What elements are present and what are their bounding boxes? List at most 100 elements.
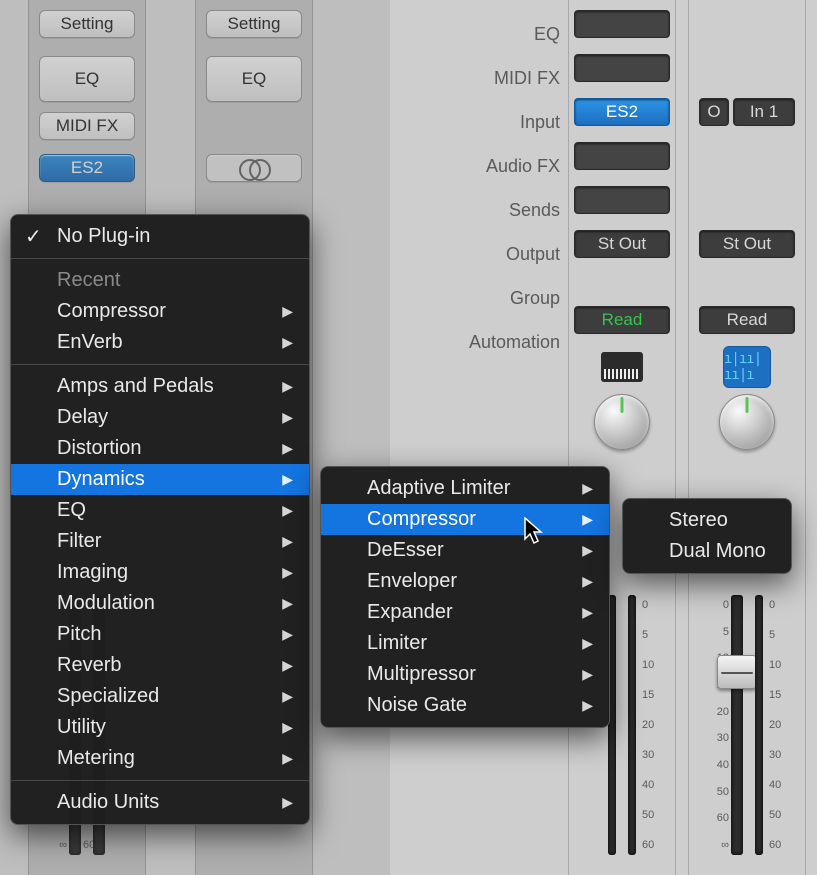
instrument-slot[interactable] (206, 154, 302, 182)
menu-item-plugin[interactable]: Noise Gate▶ (321, 690, 609, 721)
chevron-right-icon: ▶ (582, 511, 593, 528)
pan-knob[interactable] (594, 394, 650, 450)
label-audiofx: Audio FX (486, 144, 560, 188)
input-slot[interactable]: ES2 (574, 98, 670, 126)
menu-item-plugin[interactable]: Adaptive Limiter▶ (321, 473, 609, 504)
label-input: Input (520, 100, 560, 144)
menu-item-plugin[interactable]: Enveloper ▶ (321, 566, 609, 597)
menu-item-label: Dynamics (57, 468, 145, 491)
menu-item-category[interactable]: Specialized▶ (11, 681, 309, 712)
row-labels: EQ MIDI FX Input Audio FX Sends Output G… (390, 0, 560, 420)
menu-item-label: Compressor (367, 508, 476, 531)
menu-item-category[interactable]: Pitch ▶ (11, 619, 309, 650)
chevron-right-icon: ▶ (282, 564, 293, 581)
channel-strip-4: O In 1 St Out Read ı|ıı|ıı|ı 05101520304… (688, 0, 806, 875)
automation-mode[interactable]: Read (574, 306, 670, 334)
input-format-button[interactable]: O (699, 98, 729, 126)
menu-item-plugin[interactable]: Expander▶ (321, 597, 609, 628)
menu-item-category[interactable]: Metering▶ (11, 743, 309, 774)
fader-cap[interactable] (717, 655, 757, 689)
chevron-right-icon: ▶ (282, 471, 293, 488)
sends-slot[interactable] (574, 186, 670, 214)
menu-item-label: Compressor (57, 300, 166, 323)
menu-item-no-plugin[interactable]: ✓ No Plug-in (11, 221, 309, 252)
plugin-submenu-channel-mode[interactable]: Stereo Dual Mono (622, 498, 792, 574)
chevron-right-icon: ▶ (282, 688, 293, 705)
menu-item-category[interactable]: Filter▶ (11, 526, 309, 557)
label-group: Group (510, 276, 560, 320)
menu-item-category[interactable]: Dynamics ▶ (11, 464, 309, 495)
track-icon[interactable]: ı|ıı|ıı|ı (723, 346, 771, 388)
menu-item-channel-mode[interactable]: Stereo (623, 505, 791, 536)
chevron-right-icon: ▶ (582, 697, 593, 714)
eq-button[interactable]: EQ (206, 56, 302, 102)
menu-header-recent: Recent (11, 265, 309, 296)
menu-item-plugin[interactable]: Compressor ▶ (321, 504, 609, 535)
menu-item-plugin[interactable]: DeEsser▶ (321, 535, 609, 566)
chevron-right-icon: ▶ (282, 794, 293, 811)
eq-slot[interactable] (574, 10, 670, 38)
automation-mode[interactable]: Read (699, 306, 795, 334)
menu-item-label: EnVerb (57, 331, 123, 354)
audiofx-slot[interactable] (574, 142, 670, 170)
menu-item-label: Reverb (57, 654, 121, 677)
menu-item-label: Multipressor (367, 663, 476, 686)
menu-item-category[interactable]: Imaging▶ (11, 557, 309, 588)
plugin-menu[interactable]: ✓ No Plug-in Recent Compressor ▶ EnVerb ▶ A… (10, 214, 310, 825)
menu-item-plugin[interactable]: Limiter ▶ (321, 628, 609, 659)
menu-item-channel-mode[interactable]: Dual Mono (623, 536, 791, 567)
chevron-right-icon: ▶ (582, 542, 593, 559)
menu-item-recent[interactable]: Compressor ▶ (11, 296, 309, 327)
setting-button[interactable]: Setting (39, 10, 135, 38)
menu-item-label: EQ (57, 499, 86, 522)
menu-item-category[interactable]: EQ ▶ (11, 495, 309, 526)
menu-item-audio-units[interactable]: Audio Units▶ (11, 787, 309, 818)
output-slot[interactable]: St Out (699, 230, 795, 258)
menu-item-category[interactable]: Reverb ▶ (11, 650, 309, 681)
input-slot[interactable]: In 1 (733, 98, 795, 126)
meter-scale: 0510152030405060 (642, 595, 672, 855)
chevron-right-icon: ▶ (582, 573, 593, 590)
chevron-right-icon: ▶ (282, 595, 293, 612)
menu-item-recent[interactable]: EnVerb ▶ (11, 327, 309, 358)
menu-item-label: Enveloper (367, 570, 457, 593)
chevron-right-icon: ▶ (282, 657, 293, 674)
chevron-right-icon: ▶ (582, 635, 593, 652)
menu-item-label: Stereo (669, 509, 728, 532)
menu-item-plugin[interactable]: Multipressor▶ (321, 659, 609, 690)
midifx-slot[interactable] (574, 54, 670, 82)
meter-scale: 0510152030405060 (769, 595, 799, 855)
fader[interactable]: 0510152030405060∞ (731, 595, 743, 855)
menu-item-label: Utility (57, 716, 106, 739)
chevron-right-icon: ▶ (282, 719, 293, 736)
menu-item-label: Limiter (367, 632, 427, 655)
menu-item-label: Pitch (57, 623, 101, 646)
label-automation: Automation (469, 320, 560, 364)
chevron-right-icon: ▶ (282, 303, 293, 320)
stereo-icon (239, 159, 269, 177)
chevron-right-icon: ▶ (282, 334, 293, 351)
menu-item-category[interactable]: Amps and Pedals▶ (11, 371, 309, 402)
eq-button[interactable]: EQ (39, 56, 135, 102)
pan-knob[interactable] (719, 394, 775, 450)
chevron-right-icon: ▶ (282, 502, 293, 519)
menu-item-category[interactable]: Delay▶ (11, 402, 309, 433)
track-icon[interactable] (598, 346, 646, 388)
meter-area: 0510152030405060∞ 0510152030405060 (689, 585, 805, 875)
menu-item-label: Amps and Pedals (57, 375, 214, 398)
waveform-icon: ı|ıı|ıı|ı (724, 351, 770, 383)
level-meter: 0510152030405060 (755, 595, 763, 855)
menu-item-label: Distortion (57, 437, 141, 460)
synth-icon (601, 352, 643, 382)
plugin-submenu-dynamics[interactable]: Adaptive Limiter▶Compressor▶DeEsser▶Enve… (320, 466, 610, 728)
chevron-right-icon: ▶ (282, 626, 293, 643)
instrument-slot[interactable]: ES2 (39, 154, 135, 182)
label-midifx: MIDI FX (494, 56, 560, 100)
setting-button[interactable]: Setting (206, 10, 302, 38)
chevron-right-icon: ▶ (282, 533, 293, 550)
menu-item-category[interactable]: Distortion▶ (11, 433, 309, 464)
output-slot[interactable]: St Out (574, 230, 670, 258)
menu-item-category[interactable]: Utility ▶ (11, 712, 309, 743)
midifx-button[interactable]: MIDI FX (39, 112, 135, 140)
menu-item-category[interactable]: Modulation▶ (11, 588, 309, 619)
